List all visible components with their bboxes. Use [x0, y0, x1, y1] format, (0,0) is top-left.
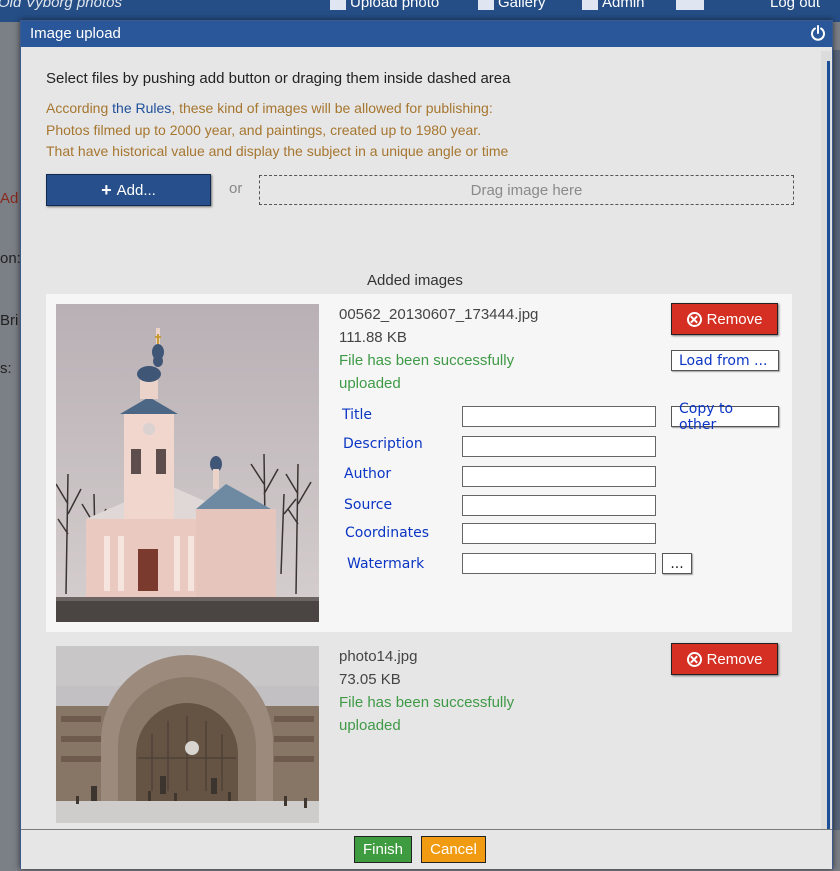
- background-site-title: Old Vyborg photos: [0, 0, 122, 11]
- description-label: Description: [343, 436, 423, 452]
- upload-instructions: Select files by pushing add button or dr…: [46, 70, 511, 87]
- image-upload-dialog: Image upload Select files by pushing add…: [20, 20, 833, 869]
- background-fragment: s:: [0, 360, 12, 377]
- remove-x-icon: [686, 311, 702, 327]
- background-avatar[interactable]: [676, 0, 704, 10]
- file-size: 111.88 KB: [339, 329, 407, 346]
- copy-to-other-button[interactable]: Copy to other: [671, 401, 779, 433]
- dialog-title: Image upload: [30, 25, 121, 42]
- uploaded-file-card: photo14.jpg 73.05 KB File has been succe…: [46, 636, 792, 828]
- upload-status: File has been successfully uploaded: [339, 352, 515, 392]
- or-label: or: [229, 180, 243, 197]
- background-fragment: on:: [0, 250, 21, 267]
- coordinates-label: Coordinates: [345, 525, 430, 541]
- background-nav-upload[interactable]: Upload photo: [330, 0, 439, 11]
- description-input[interactable]: [462, 436, 656, 457]
- avatar: [676, 0, 704, 10]
- upload-rules: According the Rules, these kind of image…: [46, 100, 509, 159]
- gear-icon: [582, 0, 598, 10]
- drag-drop-zone[interactable]: Drag image here: [259, 175, 794, 205]
- source-input[interactable]: [462, 495, 656, 516]
- upload-status: File has been successfully uploaded: [339, 694, 515, 734]
- file-name: photo14.jpg: [339, 648, 418, 665]
- gallery-icon: [478, 0, 494, 10]
- background-nav-logout[interactable]: Log out: [770, 0, 820, 11]
- added-images-heading: Added images: [367, 272, 463, 289]
- background-nav-admin[interactable]: Admin: [582, 0, 645, 11]
- cancel-button[interactable]: Cancel: [421, 836, 486, 863]
- coordinates-input[interactable]: [462, 523, 656, 544]
- remove-button[interactable]: Remove: [671, 643, 778, 675]
- plus-icon: +: [101, 180, 112, 200]
- rules-link[interactable]: the Rules: [112, 100, 171, 116]
- background-fragment: Ad: [0, 190, 19, 207]
- background-fragment: Bri: [0, 312, 19, 329]
- finish-button[interactable]: Finish: [354, 836, 412, 863]
- background-nav-gallery[interactable]: Gallery: [478, 0, 546, 11]
- upload-icon: [330, 0, 346, 10]
- dialog-footer: Finish Cancel: [21, 829, 832, 869]
- watermark-input[interactable]: [462, 553, 656, 574]
- title-input[interactable]: [462, 406, 656, 427]
- remove-x-icon: [686, 651, 702, 667]
- background-topbar: Old Vyborg photos Upload photo Gallery A…: [0, 0, 840, 22]
- dialog-header: Image upload: [21, 21, 832, 47]
- file-name: 00562_20130607_173444.jpg: [339, 306, 539, 323]
- author-label: Author: [344, 466, 392, 482]
- remove-button[interactable]: Remove: [671, 303, 778, 335]
- image-thumbnail-station: [56, 646, 319, 823]
- load-from-button[interactable]: Load from ...: [671, 350, 779, 371]
- power-icon[interactable]: [810, 25, 826, 41]
- watermark-browse-button[interactable]: ...: [662, 553, 692, 574]
- dialog-scrollbar-thumb[interactable]: [827, 61, 830, 831]
- author-input[interactable]: [462, 466, 656, 487]
- source-label: Source: [344, 497, 393, 513]
- add-button[interactable]: + Add...: [46, 174, 211, 206]
- watermark-label: Watermark: [347, 556, 425, 572]
- title-label: Title: [342, 407, 373, 423]
- file-size: 73.05 KB: [339, 671, 401, 688]
- uploaded-file-card: 00562_20130607_173444.jpg 111.88 KB File…: [46, 294, 792, 632]
- image-thumbnail-church: [56, 304, 319, 622]
